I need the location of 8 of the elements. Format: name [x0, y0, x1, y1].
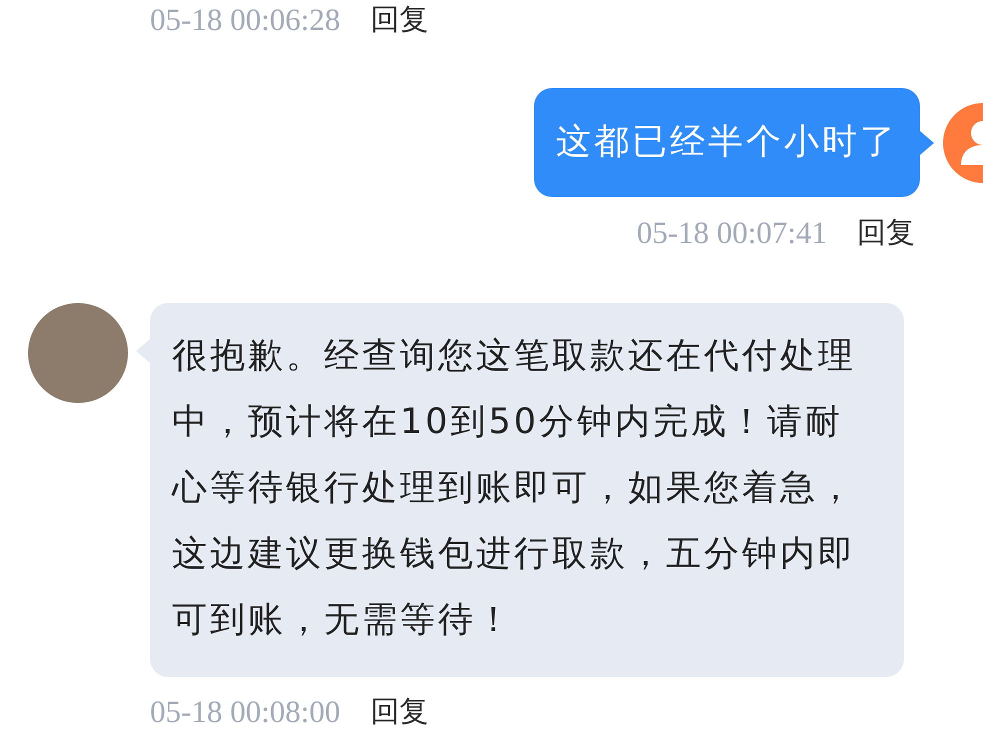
reply-link[interactable]: 回复: [857, 213, 915, 253]
received-message-bubble: 很抱歉。经查询您这笔取款还在代付处理中，预计将在10到50分钟内完成！请耐心等待银行处理到账即可，如果您着急，这边建议更换钱包进行取款，五分钟内即可到账，无需等待！: [150, 303, 904, 677]
message-time: 05-18 00:08:00: [150, 694, 340, 730]
message-time: 05-18 00:07:41: [636, 215, 827, 251]
reply-link[interactable]: 回复: [370, 0, 428, 40]
reply-link[interactable]: 回复: [370, 692, 428, 732]
message-time: 05-18 00:06:28: [150, 2, 340, 38]
sent-message-bubble: 这都已经半个小时了: [534, 88, 920, 197]
